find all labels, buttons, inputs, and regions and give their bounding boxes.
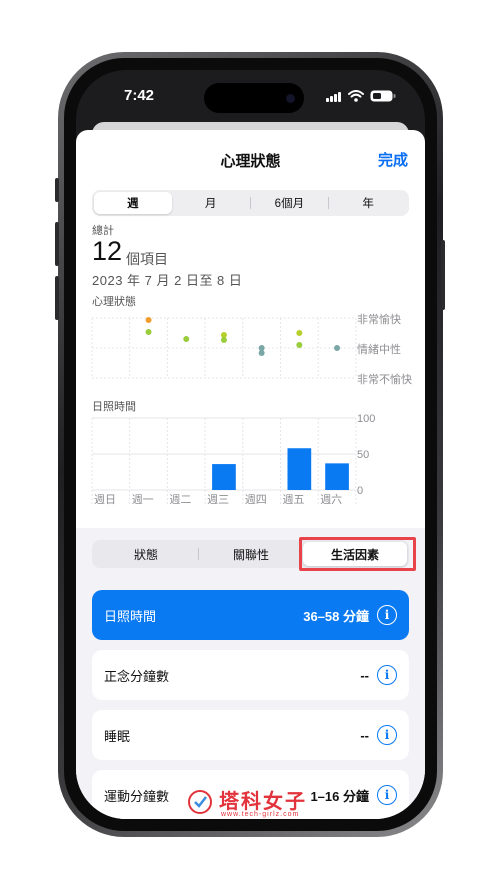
x-tick-label: 週六 xyxy=(320,493,342,506)
x-tick-label: 週五 xyxy=(283,493,305,506)
camera-icon xyxy=(286,94,295,103)
watermark-logo xyxy=(188,790,212,814)
daylight-bar[interactable] xyxy=(325,463,349,490)
mood-dot xyxy=(183,336,190,342)
range-segmented-control: 週 月 6個月 年 xyxy=(92,190,409,216)
tab-year[interactable]: 年 xyxy=(329,192,407,214)
factors-section: 狀態 關聯性 生活因素 日照時間 36–58 分鐘 i 正念分鐘數 -- i 睡… xyxy=(76,528,425,819)
mood-dot xyxy=(145,329,152,335)
factor-value: -- xyxy=(360,727,369,743)
x-tick-label: 週二 xyxy=(169,493,191,506)
y-tick-label: 100 xyxy=(357,413,375,425)
factor-row-daylight[interactable]: 日照時間 36–58 分鐘 i xyxy=(92,590,409,640)
mood-chart[interactable]: 非常愉快 情緒中性 非常不愉快 xyxy=(76,308,425,388)
wifi-icon xyxy=(348,90,364,102)
mood-sheet: 心理狀態 完成 週 月 6個月 年 總計 12 個項目 2023 年 7 月 2… xyxy=(76,130,425,819)
factor-row-sleep[interactable]: 睡眠 -- i xyxy=(92,710,409,760)
total-unit: 個項目 xyxy=(126,251,168,267)
tab-month[interactable]: 月 xyxy=(172,192,250,214)
info-icon[interactable]: i xyxy=(377,725,397,745)
info-icon[interactable]: i xyxy=(377,665,397,685)
mood-chart-title: 心理狀態 xyxy=(92,296,136,308)
done-button[interactable]: 完成 xyxy=(378,149,408,170)
status-icons xyxy=(326,89,396,103)
y-tick-label: 0 xyxy=(357,485,363,497)
volume-down-button xyxy=(55,276,59,320)
action-button xyxy=(55,178,59,202)
cellular-signal-icon xyxy=(326,91,342,102)
x-tick-label: 週一 xyxy=(132,493,154,506)
factor-value: 36–58 分鐘 xyxy=(303,608,369,624)
factor-label: 睡眠 xyxy=(104,728,131,744)
date-range: 2023 年 7 月 2 日至 8 日 xyxy=(92,273,243,288)
x-tick-label: 週四 xyxy=(245,493,267,506)
tab-associations[interactable]: 關聯性 xyxy=(199,542,303,566)
info-icon[interactable]: i xyxy=(377,605,397,625)
watermark-text: 塔科女子 xyxy=(219,791,307,813)
factor-row-mindful-minutes[interactable]: 正念分鐘數 -- i xyxy=(92,650,409,700)
factor-segmented-control: 狀態 關聯性 生活因素 xyxy=(92,540,409,568)
watermark: 塔科女子 www.tech-girlz.com xyxy=(185,785,325,825)
mood-level-very-unpleasant: 非常不愉快 xyxy=(357,372,412,386)
factor-label: 正念分鐘數 xyxy=(104,668,170,684)
daylight-bar[interactable] xyxy=(212,464,236,490)
mood-dot xyxy=(145,317,152,323)
volume-up-button xyxy=(55,222,59,266)
mood-dot xyxy=(258,350,265,356)
power-button xyxy=(441,240,445,310)
mood-dot xyxy=(296,330,303,336)
battery-icon xyxy=(370,90,396,102)
x-tick-label: 週三 xyxy=(207,493,229,506)
factor-value: -- xyxy=(360,667,369,683)
mood-dot xyxy=(334,345,341,351)
info-icon[interactable]: i xyxy=(377,785,397,805)
y-tick-label: 50 xyxy=(357,449,369,461)
status-time: 7:42 xyxy=(124,87,155,104)
mood-dot xyxy=(220,337,227,343)
daylight-bar-chart[interactable]: 週日 週一 週二 週三 週四 週五 週六 100 50 0 xyxy=(76,408,425,528)
tab-week[interactable]: 週 xyxy=(94,192,172,214)
mood-level-very-pleasant: 非常愉快 xyxy=(357,312,401,326)
total-count: 12 xyxy=(92,236,123,266)
daylight-bar[interactable] xyxy=(287,448,312,490)
sheet-title: 心理狀態 xyxy=(220,153,281,170)
factor-label: 日照時間 xyxy=(104,608,157,624)
tab-lifestyle-factors[interactable]: 生活因素 xyxy=(303,542,407,566)
mood-level-neutral: 情緒中性 xyxy=(357,342,401,356)
mood-dot xyxy=(296,342,303,348)
watermark-url: www.tech-girlz.com xyxy=(221,811,300,818)
x-tick-label: 週日 xyxy=(94,493,116,506)
tab-6-months[interactable]: 6個月 xyxy=(251,192,329,214)
tab-state[interactable]: 狀態 xyxy=(94,542,198,566)
phone-screen: 7:42 心理狀態 完成 週 月 6個月 年 總計 12 個項目 2023 年 … xyxy=(76,70,425,819)
screenshot-stage: 7:42 心理狀態 完成 週 月 6個月 年 總計 12 個項目 2023 年 … xyxy=(0,0,500,889)
